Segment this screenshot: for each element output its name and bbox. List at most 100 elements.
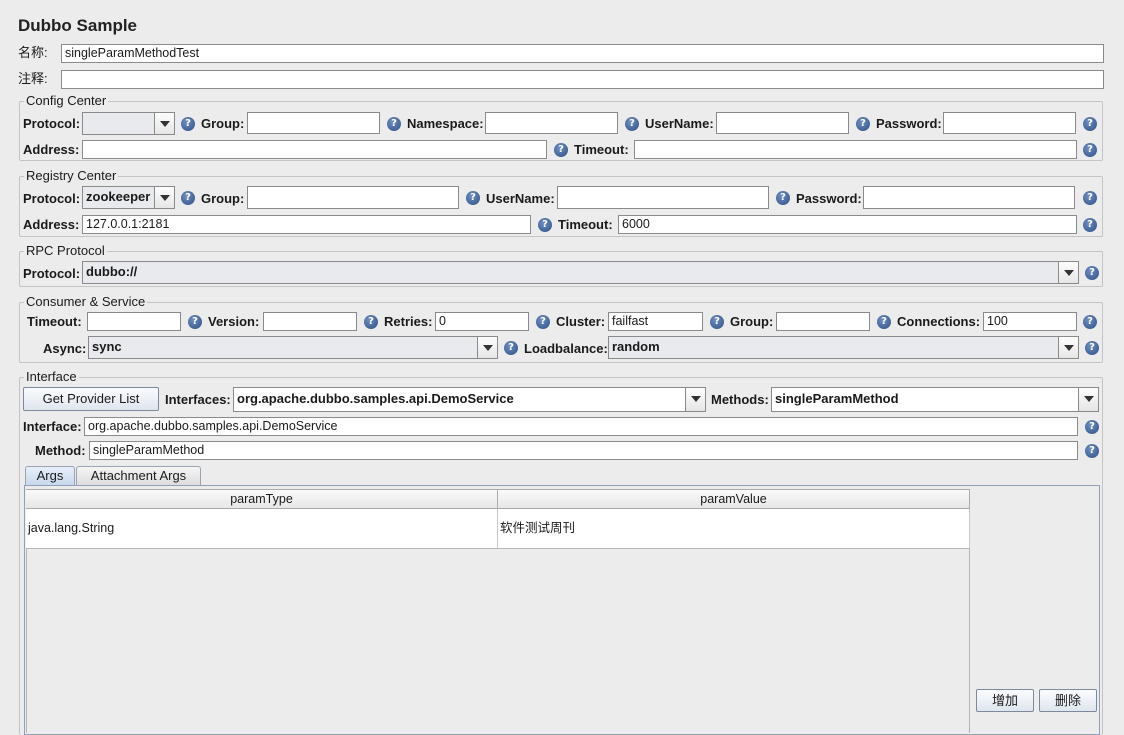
- cs-version-label: Version:: [208, 314, 260, 329]
- method-label: Method:: [35, 443, 86, 458]
- help-icon[interactable]: ?: [387, 117, 401, 131]
- registry-protocol-select[interactable]: zookeeper: [82, 186, 175, 209]
- registry-address-label: Address:: [23, 217, 80, 232]
- interface-title: Interface: [24, 369, 79, 384]
- registry-username-label: UserName:: [486, 191, 555, 206]
- config-password-label: Password:: [876, 116, 942, 131]
- help-icon[interactable]: ?: [625, 117, 639, 131]
- registry-group-label: Group:: [201, 191, 245, 206]
- cs-retries-label: Retries:: [384, 314, 433, 329]
- help-icon[interactable]: ?: [1085, 444, 1099, 458]
- cs-group-label: Group:: [730, 314, 774, 329]
- methods-select[interactable]: singleParamMethod: [771, 387, 1099, 412]
- registry-username-field[interactable]: [557, 186, 769, 209]
- chevron-down-icon: [1058, 337, 1078, 358]
- cs-timeout-field[interactable]: [87, 312, 181, 331]
- add-button[interactable]: 增加: [976, 689, 1034, 712]
- registry-center-title: Registry Center: [24, 168, 119, 183]
- help-icon[interactable]: ?: [364, 315, 378, 329]
- interface-field[interactable]: org.apache.dubbo.samples.api.DemoService: [84, 417, 1078, 436]
- cs-connections-label: Connections:: [897, 314, 981, 329]
- config-group-label: Group:: [201, 116, 245, 131]
- help-icon[interactable]: ?: [181, 117, 195, 131]
- help-icon[interactable]: ?: [538, 218, 552, 232]
- help-icon[interactable]: ?: [536, 315, 550, 329]
- registry-timeout-field[interactable]: 6000: [618, 215, 1077, 234]
- help-icon[interactable]: ?: [181, 191, 195, 205]
- rpc-protocol-select[interactable]: dubbo://: [82, 261, 1079, 284]
- help-icon[interactable]: ?: [1085, 341, 1099, 355]
- config-group-field[interactable]: [247, 112, 380, 134]
- chevron-down-icon: [685, 388, 705, 411]
- registry-address-field[interactable]: 127.0.0.1:2181: [82, 215, 531, 234]
- cs-timeout-label: Timeout:: [27, 314, 82, 329]
- cs-group-field[interactable]: [776, 312, 870, 331]
- cs-version-field[interactable]: [263, 312, 357, 331]
- cs-loadbalance-label: Loadbalance:: [524, 341, 608, 356]
- config-username-field[interactable]: [716, 112, 849, 134]
- rpc-protocol-label: Protocol:: [23, 266, 81, 281]
- page-title: Dubbo Sample: [18, 16, 138, 35]
- help-icon[interactable]: ?: [1085, 420, 1099, 434]
- config-namespace-label: Namespace:: [407, 116, 484, 131]
- comment-field[interactable]: [61, 70, 1104, 89]
- name-field[interactable]: singleParamMethodTest: [61, 44, 1104, 63]
- help-icon[interactable]: ?: [1083, 191, 1097, 205]
- registry-password-label: Password:: [796, 191, 862, 206]
- chevron-down-icon: [477, 337, 497, 358]
- help-icon[interactable]: ?: [877, 315, 891, 329]
- config-timeout-label: Timeout:: [574, 142, 629, 157]
- help-icon[interactable]: ?: [554, 143, 568, 157]
- cell-paramtype[interactable]: java.lang.String: [26, 509, 498, 548]
- config-protocol-select[interactable]: [82, 112, 175, 135]
- help-icon[interactable]: ?: [1083, 143, 1097, 157]
- cs-async-label: Async:: [43, 341, 87, 356]
- cell-paramvalue[interactable]: 软件测试周刊: [498, 509, 970, 548]
- config-address-label: Address:: [23, 142, 80, 157]
- config-address-field[interactable]: [82, 140, 547, 159]
- methods-label: Methods:: [711, 392, 769, 407]
- cs-cluster-field[interactable]: failfast: [608, 312, 703, 331]
- delete-button[interactable]: 删除: [1039, 689, 1097, 712]
- help-icon[interactable]: ?: [466, 191, 480, 205]
- cs-loadbalance-select[interactable]: random: [608, 336, 1079, 359]
- method-field[interactable]: singleParamMethod: [89, 441, 1078, 460]
- tab-args[interactable]: Args: [25, 466, 75, 486]
- col-header-paramvalue[interactable]: paramValue: [498, 489, 970, 509]
- cs-connections-field[interactable]: 100: [983, 312, 1077, 331]
- help-icon[interactable]: ?: [188, 315, 202, 329]
- help-icon[interactable]: ?: [1083, 117, 1097, 131]
- chevron-down-icon: [1058, 262, 1078, 283]
- config-username-label: UserName:: [645, 116, 714, 131]
- name-label: 名称:: [18, 45, 48, 60]
- help-icon[interactable]: ?: [1083, 315, 1097, 329]
- registry-group-field[interactable]: [247, 186, 459, 209]
- interface-label: Interface:: [23, 419, 82, 434]
- tab-attachment-args[interactable]: Attachment Args: [76, 466, 201, 486]
- comment-label: 注释:: [18, 71, 48, 86]
- col-header-paramtype[interactable]: paramType: [26, 489, 498, 509]
- config-timeout-field[interactable]: [634, 140, 1077, 159]
- config-center-title: Config Center: [24, 93, 109, 108]
- config-protocol-label: Protocol:: [23, 116, 81, 131]
- chevron-down-icon: [154, 187, 174, 208]
- help-icon[interactable]: ?: [1085, 266, 1099, 280]
- consumer-service-title: Consumer & Service: [24, 294, 148, 309]
- help-icon[interactable]: ?: [856, 117, 870, 131]
- get-provider-list-button[interactable]: Get Provider List: [23, 387, 159, 411]
- registry-password-field[interactable]: [863, 186, 1075, 209]
- config-password-field[interactable]: [943, 112, 1076, 134]
- registry-timeout-label: Timeout:: [558, 217, 613, 232]
- cs-cluster-label: Cluster:: [556, 314, 606, 329]
- rpc-protocol-title: RPC Protocol: [24, 243, 107, 258]
- help-icon[interactable]: ?: [504, 341, 518, 355]
- interfaces-label: Interfaces:: [165, 392, 231, 407]
- cs-retries-field[interactable]: 0: [435, 312, 529, 331]
- help-icon[interactable]: ?: [710, 315, 724, 329]
- interfaces-select[interactable]: org.apache.dubbo.samples.api.DemoService: [233, 387, 706, 412]
- config-namespace-field[interactable]: [485, 112, 618, 134]
- help-icon[interactable]: ?: [776, 191, 790, 205]
- chevron-down-icon: [1078, 388, 1098, 411]
- help-icon[interactable]: ?: [1083, 218, 1097, 232]
- cs-async-select[interactable]: sync: [88, 336, 498, 359]
